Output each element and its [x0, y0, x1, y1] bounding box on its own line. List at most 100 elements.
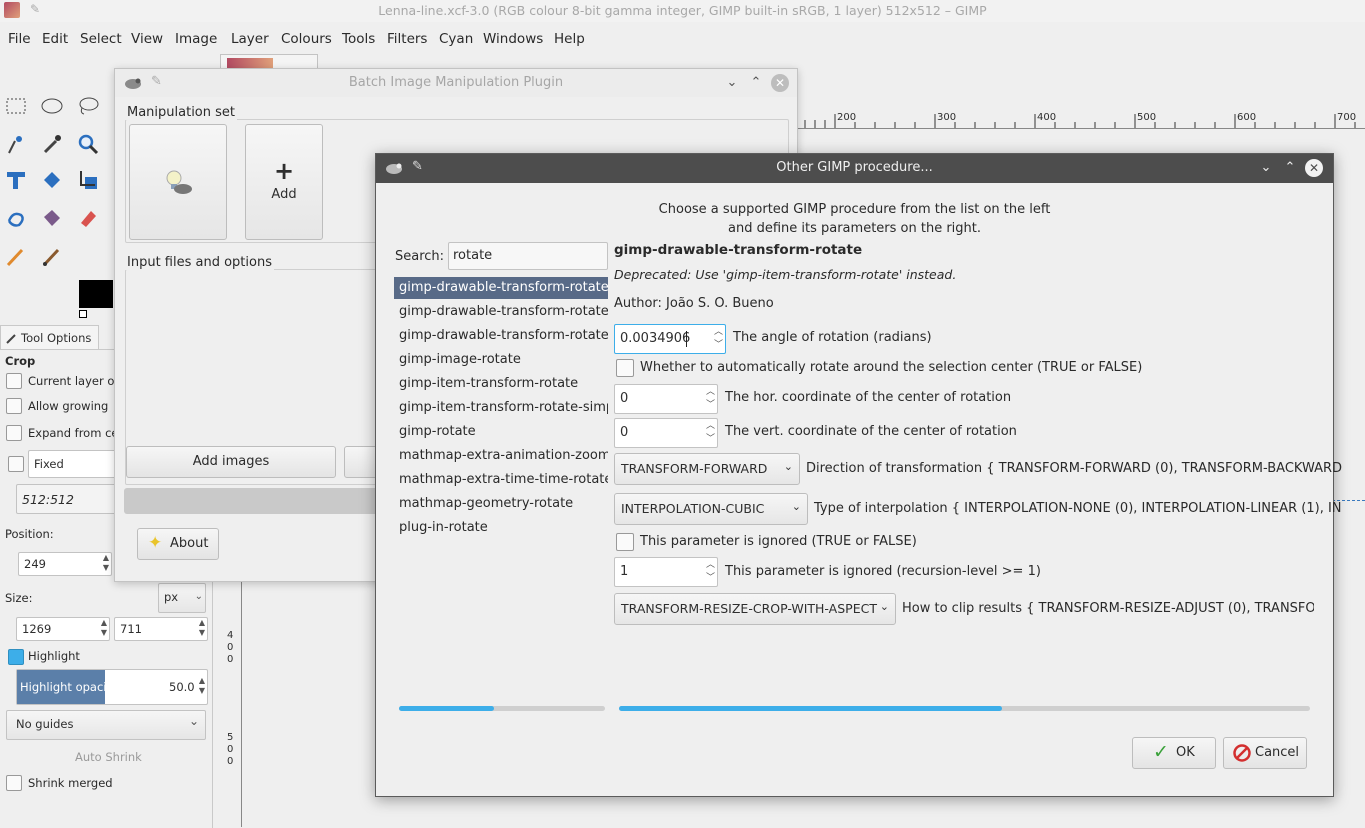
interpolation-combo[interactable]: INTERPOLATION-CUBIC ⌄ [614, 493, 808, 525]
crop-icon[interactable] [76, 168, 100, 192]
dialog-titlebar: ✎ Other GIMP procedure... ⌄ ⌃ ✕ [376, 154, 1333, 183]
size-unit-combo[interactable]: px ⌄ [158, 583, 206, 613]
maximize-icon[interactable]: ⌃ [1281, 159, 1299, 177]
intro-line-2: and define its parameters on the right. [727, 221, 982, 236]
expand-center-checkbox[interactable] [6, 425, 22, 441]
transform-direction-combo[interactable]: TRANSFORM-FORWARD ⌄ [614, 453, 800, 485]
menu-filters[interactable]: Filters [387, 31, 427, 47]
list-item[interactable]: gimp-drawable-transform-rotate [394, 325, 608, 347]
zoom-icon[interactable] [76, 132, 100, 156]
lasso-icon[interactable] [76, 94, 100, 118]
clip-result-combo[interactable]: TRANSFORM-RESIZE-CROP-WITH-ASPECT ⌄ [614, 593, 896, 625]
close-icon[interactable]: ✕ [771, 74, 789, 92]
transform-icon[interactable] [40, 168, 64, 192]
minimize-icon[interactable]: ⌄ [723, 74, 741, 92]
list-hscrollbar[interactable] [399, 706, 605, 711]
pencil-icon[interactable] [4, 244, 28, 268]
menu-view[interactable]: View [131, 31, 163, 47]
menu-select[interactable]: Select [80, 31, 122, 47]
params-hscrollbar[interactable] [619, 706, 1310, 711]
scrollbar-thumb[interactable] [619, 706, 1002, 711]
fixed-mode-combo[interactable]: Fixed [28, 450, 116, 478]
bucket-fill-icon[interactable] [40, 206, 64, 230]
aspect-field[interactable]: 512:512 [16, 484, 116, 514]
auto-shrink-button[interactable]: Auto Shrink [75, 750, 142, 764]
shrink-merged-checkbox[interactable] [6, 775, 22, 791]
manipulation-button[interactable] [129, 124, 227, 240]
cancel-button[interactable]: Cancel [1223, 737, 1307, 769]
spin-arrows-icon[interactable]: ▲ ▼ [199, 618, 205, 638]
menu-edit[interactable]: Edit [42, 31, 68, 47]
list-item[interactable]: gimp-item-transform-rotate [394, 373, 608, 395]
menu-file[interactable]: File [8, 31, 31, 47]
list-item[interactable]: gimp-drawable-transform-rotate [394, 277, 608, 299]
guides-combo[interactable]: No guides ⌄ [6, 710, 206, 740]
menu-layer[interactable]: Layer [231, 31, 269, 47]
menu-cyan[interactable]: Cyan [439, 31, 473, 47]
list-item[interactable]: gimp-rotate [394, 421, 608, 443]
paintbrush-icon[interactable] [40, 244, 64, 268]
center-y-desc: The vert. coordinate of the center of ro… [725, 424, 1017, 439]
fuzzy-select-icon[interactable] [4, 132, 28, 156]
position-x-field[interactable]: 249 ▲ ▼ [18, 552, 112, 576]
size-width-field[interactable]: 1269 ▲ ▼ [16, 617, 110, 641]
add-images-button[interactable]: Add images [126, 446, 336, 478]
maximize-icon[interactable]: ⌃ [747, 74, 765, 92]
recursion-value: 1 [620, 564, 629, 579]
align-icon[interactable] [4, 168, 28, 192]
list-item[interactable]: mathmap-extra-time-time-rotate [394, 469, 608, 491]
color-picker-icon[interactable] [40, 132, 64, 156]
warp-icon[interactable] [4, 206, 28, 230]
highlight-checkbox[interactable] [8, 649, 24, 665]
ignored-checkbox[interactable] [616, 533, 634, 551]
spin-arrows-icon[interactable]: ︿ ﹀ [706, 559, 715, 585]
pin-icon[interactable]: ✎ [30, 2, 40, 16]
minimize-icon[interactable]: ⌄ [1257, 159, 1275, 177]
current-layer-label: Current layer on [28, 374, 122, 388]
menu-tools[interactable]: Tools [342, 31, 375, 47]
center-x-field[interactable]: 0 ︿ ﹀ [614, 384, 718, 414]
menu-help[interactable]: Help [554, 31, 585, 47]
ok-button[interactable]: ✓ OK [1132, 737, 1216, 769]
list-item[interactable]: mathmap-geometry-rotate [394, 493, 608, 515]
search-field[interactable] [448, 242, 608, 270]
add-button[interactable]: + Add [245, 124, 323, 240]
menu-windows[interactable]: Windows [483, 31, 543, 47]
spin-arrows-icon[interactable]: ︿ ﹀ [706, 420, 715, 446]
eraser-icon[interactable] [76, 206, 100, 230]
close-icon[interactable]: ✕ [1305, 159, 1323, 177]
reset-colors-icon[interactable] [79, 310, 87, 318]
angle-field[interactable]: 0.0034906 ︿ ﹀ [614, 324, 726, 354]
search-input[interactable] [449, 243, 607, 268]
scrollbar-thumb[interactable] [399, 706, 494, 711]
rect-select-icon[interactable] [4, 94, 28, 118]
tab-tool-options[interactable]: Tool Options [0, 325, 99, 350]
fixed-checkbox[interactable] [8, 456, 24, 472]
ellipse-select-icon[interactable] [40, 94, 64, 118]
menu-colours[interactable]: Colours [281, 31, 332, 47]
list-item[interactable]: gimp-image-rotate [394, 349, 608, 371]
foreground-color-swatch[interactable] [79, 280, 113, 308]
list-item[interactable]: mathmap-extra-animation-zoom- [394, 445, 608, 467]
list-item[interactable]: gimp-item-transform-rotate-simp [394, 397, 608, 419]
spin-arrows-icon[interactable]: ▲ ▼ [101, 618, 107, 638]
recursion-field[interactable]: 1 ︿ ﹀ [614, 557, 718, 587]
guides-value: No guides [16, 717, 74, 731]
spin-arrows-icon[interactable]: ▲ ▼ [103, 553, 109, 573]
chevron-down-icon: ⌄ [188, 714, 199, 728]
menu-image[interactable]: Image [175, 31, 217, 47]
size-height-field[interactable]: 711 ▲ ▼ [114, 617, 208, 641]
center-y-field[interactable]: 0 ︿ ﹀ [614, 418, 718, 448]
list-item[interactable]: gimp-drawable-transform-rotate [394, 301, 608, 323]
spin-arrows-icon[interactable]: ︿ ﹀ [706, 386, 715, 412]
highlight-opacity-slider[interactable]: Highlight opacity 50.0 ▲ ▼ [16, 669, 208, 705]
spin-arrows-icon[interactable]: ︿ ﹀ [714, 326, 723, 352]
about-button[interactable]: ✦ About [137, 528, 219, 560]
list-item[interactable]: plug-in-rotate [394, 517, 608, 539]
auto-center-checkbox[interactable] [616, 359, 634, 377]
chevron-down-icon: ⌄ [194, 591, 203, 602]
allow-growing-checkbox[interactable] [6, 398, 22, 414]
current-layer-checkbox[interactable] [6, 373, 22, 389]
spin-arrows-icon[interactable]: ▲ ▼ [199, 676, 205, 696]
interpolation-desc: Type of interpolation { INTERPOLATION-NO… [814, 501, 1342, 516]
